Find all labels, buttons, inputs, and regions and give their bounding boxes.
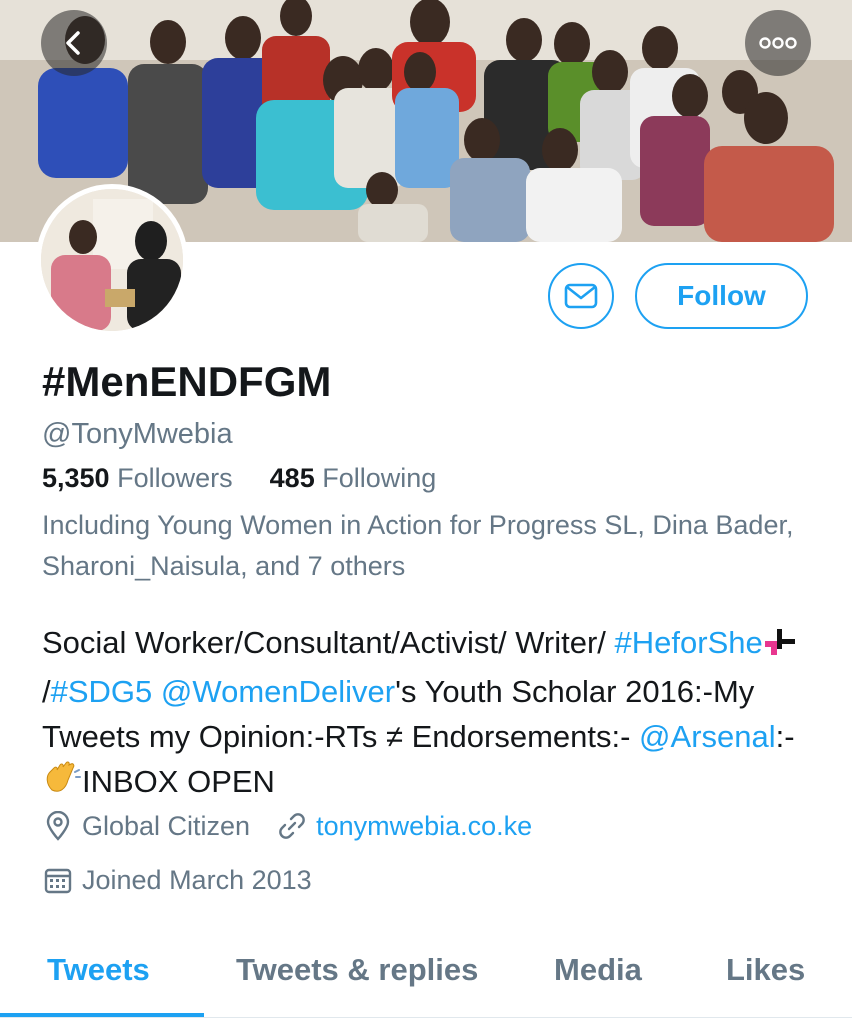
more-options-button[interactable] xyxy=(745,10,811,76)
followers-link[interactable]: 5,350 Followers xyxy=(42,463,240,493)
envelope-icon xyxy=(564,283,598,309)
followers-label: Followers xyxy=(117,463,233,493)
bio-text: :- xyxy=(775,719,795,754)
heforshe-logo-icon xyxy=(763,624,797,669)
followers-count: 5,350 xyxy=(42,463,110,493)
tab-likes[interactable]: Likes xyxy=(726,952,805,988)
joined-date: Joined March 2013 xyxy=(82,864,312,895)
follow-counts: 5,350 Followers 485 Following xyxy=(42,463,436,494)
avatar-photo xyxy=(41,189,183,331)
profile-meta-row: Global Citizen tonymwebia.co.ke xyxy=(42,810,532,842)
hashtag-link[interactable]: #HeforShe xyxy=(615,625,763,660)
calendar-icon xyxy=(42,864,74,896)
website-link[interactable]: tonymwebia.co.ke xyxy=(316,811,532,842)
follow-button[interactable]: Follow xyxy=(635,263,808,329)
ellipsis-icon xyxy=(759,37,797,49)
back-button[interactable] xyxy=(41,10,107,76)
profile-tabs: Tweets Tweets & replies Media Likes xyxy=(0,940,852,1024)
bio-text: Social Worker/Consultant/Activist/ Write… xyxy=(42,625,615,660)
followed-by-text[interactable]: Including Young Women in Action for Prog… xyxy=(42,505,812,587)
following-count: 485 xyxy=(269,463,315,493)
tab-media[interactable]: Media xyxy=(554,952,642,988)
bio-text: INBOX OPEN xyxy=(82,764,275,799)
tab-tweets-and-replies[interactable]: Tweets & replies xyxy=(236,952,478,988)
mention-link[interactable]: @WomenDeliver xyxy=(161,674,395,709)
link-icon xyxy=(276,810,308,842)
chevron-left-icon xyxy=(66,31,80,55)
bio-text xyxy=(152,674,161,709)
mention-link[interactable]: @Arsenal xyxy=(639,719,776,754)
waving-hand-icon xyxy=(42,760,82,808)
message-button[interactable] xyxy=(548,263,614,329)
profile-handle: @TonyMwebia xyxy=(42,418,233,450)
location-text: Global Citizen xyxy=(82,810,251,841)
profile-bio: Social Worker/Consultant/Activist/ Write… xyxy=(42,620,822,808)
profile-meta-row: Joined March 2013 xyxy=(42,864,312,896)
tabs-divider xyxy=(0,1017,852,1018)
profile-avatar[interactable] xyxy=(36,184,188,336)
location-pin-icon xyxy=(42,810,74,842)
bio-text: / xyxy=(42,674,51,709)
following-label: Following xyxy=(322,463,437,493)
hashtag-link[interactable]: #SDG5 xyxy=(51,674,153,709)
display-name: #MenENDFGM xyxy=(42,358,332,405)
following-link[interactable]: 485 Following xyxy=(270,463,437,493)
tab-tweets[interactable]: Tweets xyxy=(47,952,150,988)
